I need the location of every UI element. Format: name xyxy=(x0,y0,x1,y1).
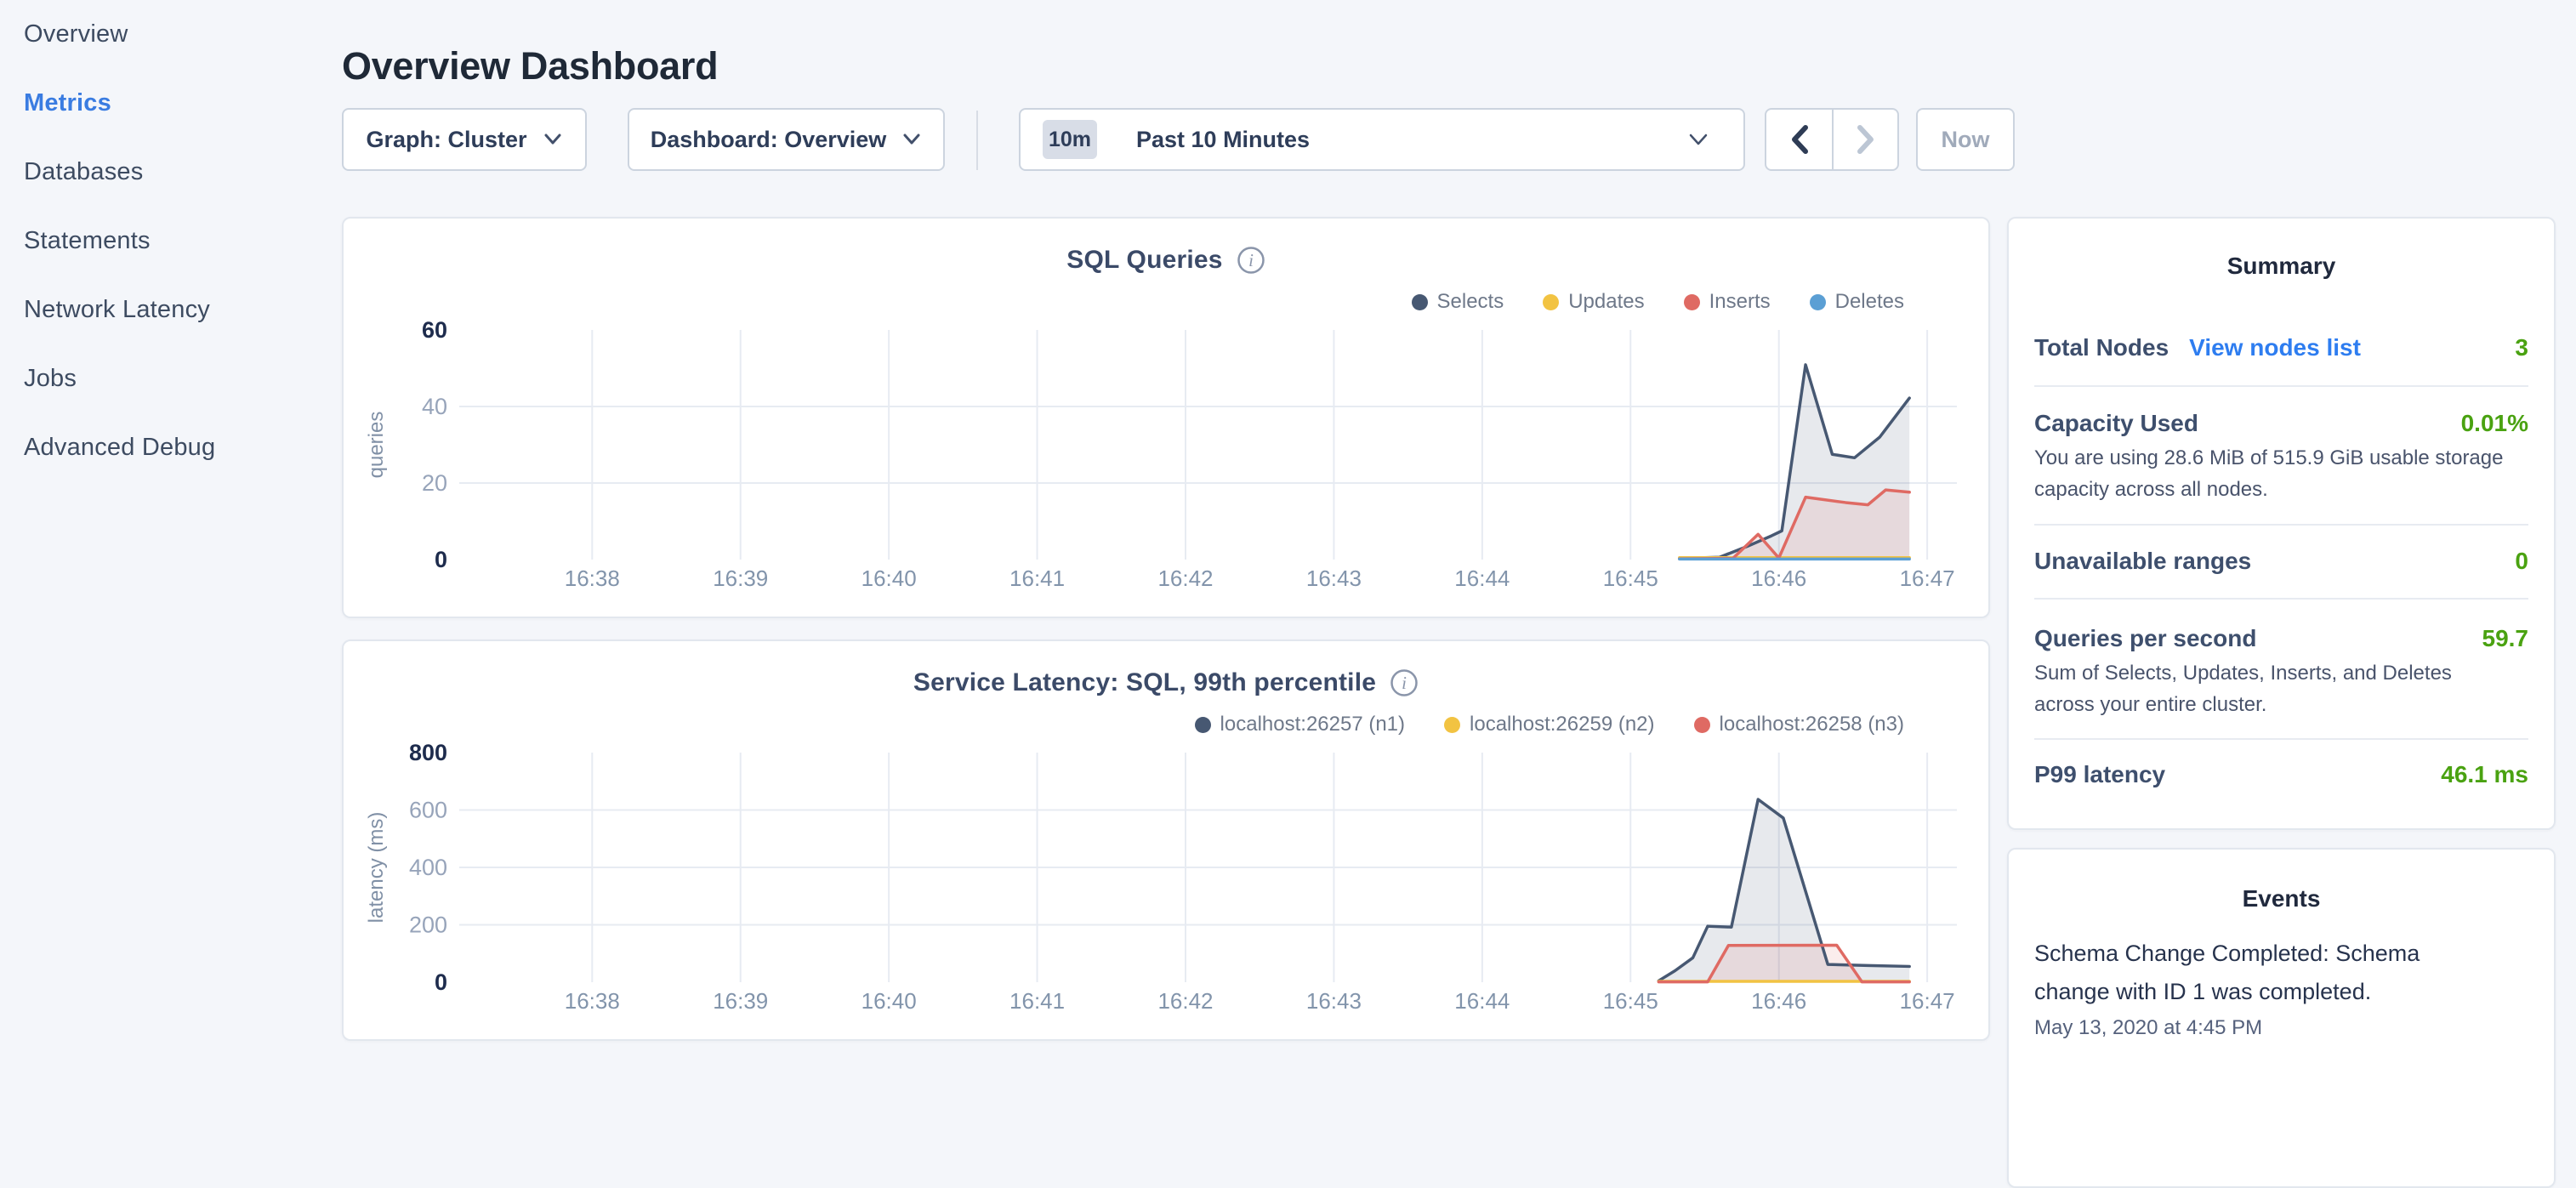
controls-divider xyxy=(976,111,978,170)
time-range-selector[interactable]: 10m Past 10 Minutes xyxy=(1019,108,1745,171)
chart-card-sql-queries: SQL Queries i SelectsUpdatesInsertsDelet… xyxy=(342,217,1990,618)
svg-text:queries: queries xyxy=(365,412,388,479)
summary-panel: Summary Total Nodes View nodes list 3 Ca… xyxy=(2007,217,2556,830)
svg-text:16:45: 16:45 xyxy=(1603,566,1658,591)
chart-card-service-latency: Service Latency: SQL, 99th percentile i … xyxy=(342,639,1990,1041)
svg-text:16:43: 16:43 xyxy=(1306,988,1362,1014)
summary-value: 46.1 ms xyxy=(2441,761,2528,788)
prev-range-button[interactable] xyxy=(1766,110,1832,169)
chart-plot[interactable]: 16:38 16:39 16:40 16:41 16:42 16:43 16:44 16:45… xyxy=(344,641,1988,1039)
summary-title: Summary xyxy=(2009,253,2554,280)
svg-text:16:41: 16:41 xyxy=(1009,566,1065,591)
divider xyxy=(2034,524,2528,526)
chevron-left-icon xyxy=(1788,124,1811,155)
svg-text:800: 800 xyxy=(409,740,447,765)
summary-value: 0.01% xyxy=(2461,410,2528,437)
event-timestamp: May 13, 2020 at 4:45 PM xyxy=(2034,1016,2262,1040)
next-range-button[interactable] xyxy=(1832,110,1897,169)
summary-row-p99-latency: P99 latency 46.1 ms xyxy=(2034,759,2528,790)
svg-text:16:42: 16:42 xyxy=(1157,988,1213,1014)
time-step-group xyxy=(1765,108,1899,171)
svg-text:16:46: 16:46 xyxy=(1751,566,1806,591)
view-nodes-link[interactable]: View nodes list xyxy=(2189,334,2361,361)
summary-row-capacity: Capacity Used 0.01% xyxy=(2034,408,2528,439)
svg-text:16:39: 16:39 xyxy=(713,566,768,591)
dashboard-dropdown-label: Dashboard: Overview xyxy=(651,127,887,153)
chart-plot[interactable]: 16:38 16:39 16:40 16:41 16:42 16:43 16:44 16:45… xyxy=(344,219,1988,617)
svg-text:16:42: 16:42 xyxy=(1157,566,1213,591)
chevron-down-icon xyxy=(901,133,922,146)
summary-description: You are using 28.6 MiB of 515.9 GiB usab… xyxy=(2034,442,2511,505)
dashboard-dropdown[interactable]: Dashboard: Overview xyxy=(628,108,945,171)
summary-label: Unavailable ranges xyxy=(2034,548,2251,575)
summary-label: Capacity Used xyxy=(2034,410,2198,437)
divider xyxy=(2034,738,2528,740)
svg-text:16:38: 16:38 xyxy=(565,566,620,591)
divider xyxy=(2034,598,2528,600)
svg-text:latency (ms): latency (ms) xyxy=(365,812,388,924)
summary-description: Sum of Selects, Updates, Inserts, and De… xyxy=(2034,657,2511,720)
sidebar-item-statements[interactable]: Statements xyxy=(0,207,340,276)
svg-text:16:39: 16:39 xyxy=(713,988,768,1014)
sidebar-item-databases[interactable]: Databases xyxy=(0,138,340,207)
summary-row-unavailable-ranges: Unavailable ranges 0 xyxy=(2034,546,2528,577)
divider xyxy=(2034,385,2528,387)
now-button-label: Now xyxy=(1942,127,1990,153)
chevron-right-icon xyxy=(1855,124,1877,155)
summary-label: P99 latency xyxy=(2034,761,2165,788)
svg-text:0: 0 xyxy=(435,547,447,572)
svg-text:16:46: 16:46 xyxy=(1751,988,1806,1014)
sidebar-item-network-latency[interactable]: Network Latency xyxy=(0,276,340,344)
summary-label: Queries per second xyxy=(2034,625,2256,652)
svg-text:16:44: 16:44 xyxy=(1454,566,1510,591)
summary-row-total-nodes: Total Nodes View nodes list 3 xyxy=(2034,333,2528,363)
svg-text:400: 400 xyxy=(409,855,447,880)
svg-text:16:40: 16:40 xyxy=(862,988,917,1014)
svg-text:16:43: 16:43 xyxy=(1306,566,1362,591)
time-range-label: Past 10 Minutes xyxy=(1136,127,1310,153)
summary-value: 59.7 xyxy=(2482,625,2529,652)
summary-row-qps: Queries per second 59.7 xyxy=(2034,623,2528,654)
graph-dropdown[interactable]: Graph: Cluster xyxy=(342,108,587,171)
svg-text:60: 60 xyxy=(422,317,447,343)
chevron-down-icon xyxy=(1687,133,1709,147)
summary-value: 0 xyxy=(2515,548,2528,575)
svg-text:16:41: 16:41 xyxy=(1009,988,1065,1014)
sidebar-item-advanced-debug[interactable]: Advanced Debug xyxy=(0,413,340,482)
chevron-down-icon xyxy=(543,133,563,146)
page-title: Overview Dashboard xyxy=(342,44,718,88)
graph-dropdown-label: Graph: Cluster xyxy=(366,127,526,153)
events-panel: Events Schema Change Completed: Schema c… xyxy=(2007,848,2556,1188)
svg-text:200: 200 xyxy=(409,912,447,938)
svg-text:16:47: 16:47 xyxy=(1900,566,1955,591)
svg-text:16:38: 16:38 xyxy=(565,988,620,1014)
time-range-badge: 10m xyxy=(1043,120,1097,159)
svg-text:16:45: 16:45 xyxy=(1603,988,1658,1014)
event-message: Schema Change Completed: Schema change w… xyxy=(2034,935,2442,1011)
now-button[interactable]: Now xyxy=(1916,108,2015,171)
summary-label: Total Nodes xyxy=(2034,334,2169,361)
summary-value: 3 xyxy=(2515,334,2528,361)
events-title: Events xyxy=(2009,885,2554,912)
svg-text:20: 20 xyxy=(422,470,447,496)
svg-text:600: 600 xyxy=(409,798,447,823)
svg-text:40: 40 xyxy=(422,394,447,419)
svg-text:16:47: 16:47 xyxy=(1900,988,1955,1014)
svg-text:16:44: 16:44 xyxy=(1454,988,1510,1014)
sidebar-item-metrics[interactable]: Metrics xyxy=(0,69,340,138)
svg-text:0: 0 xyxy=(435,969,447,995)
sidebar: OverviewMetricsDatabasesStatementsNetwor… xyxy=(0,0,340,1051)
sidebar-item-overview[interactable]: Overview xyxy=(0,0,340,69)
svg-text:16:40: 16:40 xyxy=(862,566,917,591)
sidebar-item-jobs[interactable]: Jobs xyxy=(0,344,340,413)
